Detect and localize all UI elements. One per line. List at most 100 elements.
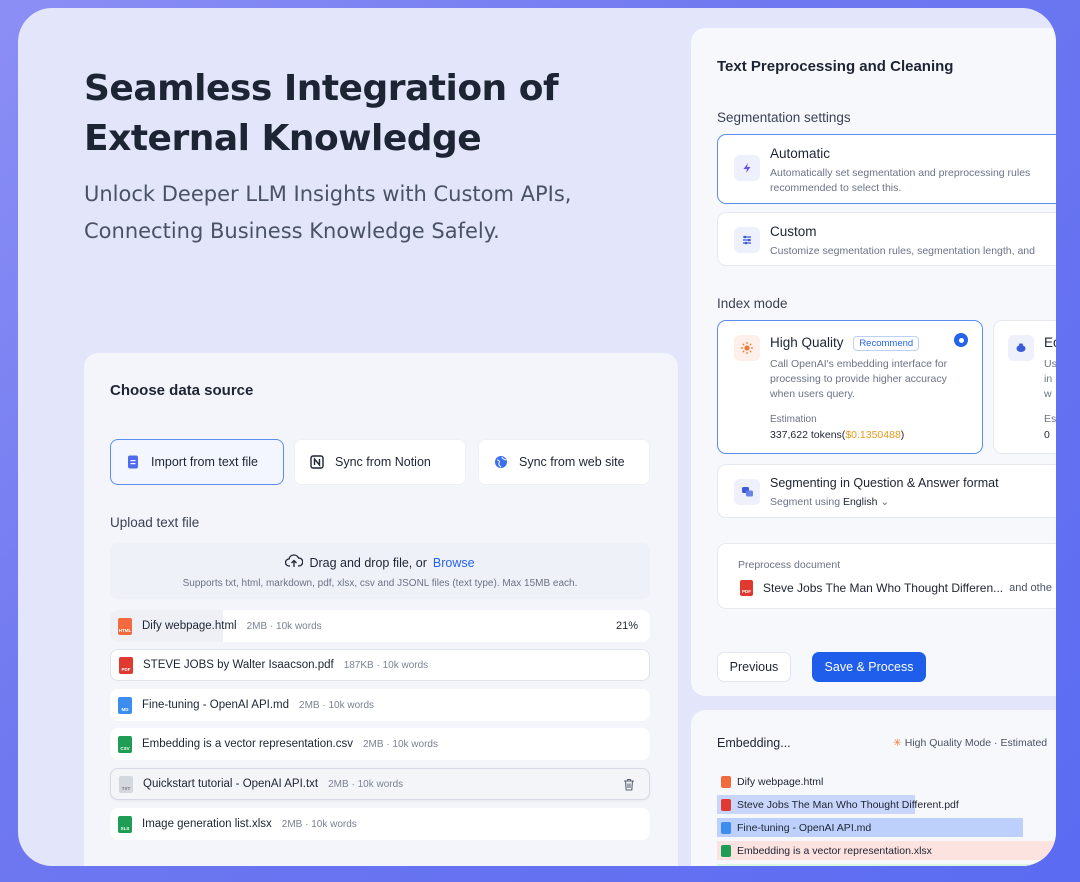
embedding-progress-bar <box>717 864 1056 866</box>
high-quality-desc-3: when users query. <box>770 388 856 400</box>
high-quality-desc-2: processing to provide higher accuracy <box>770 373 947 385</box>
browse-link[interactable]: Browse <box>433 556 475 570</box>
file-meta: 2MB · 10k words <box>362 738 438 750</box>
segmentation-custom-option[interactable]: Custom Customize segmentation rules, seg… <box>717 212 1056 266</box>
sun-icon: ✳ <box>893 737 902 749</box>
custom-desc: Customize segmentation rules, segmentati… <box>770 245 1035 257</box>
sync-website-button[interactable]: Sync from web site <box>478 439 650 485</box>
data-source-card: Choose data source Import from text file… <box>84 353 678 866</box>
embedding-card: Embedding... ✳ High Quality Mode · Estim… <box>691 710 1056 866</box>
qa-language-select[interactable]: English <box>843 496 877 508</box>
md-file-icon: MD <box>118 696 132 714</box>
segmentation-automatic-option[interactable]: Automatic Automatically set segmentation… <box>717 134 1056 204</box>
file-meta: 2MB · 10k words <box>281 818 357 830</box>
chat-icon <box>734 479 760 505</box>
custom-title: Custom <box>770 224 817 239</box>
embedding-mode-estimated: · Estimated <box>991 737 1048 749</box>
segmentation-label: Segmentation settings <box>717 110 851 125</box>
index-mode-label: Index mode <box>717 296 788 311</box>
file-row[interactable]: PDF STEVE JOBS by Walter Isaacson.pdf 18… <box>110 649 650 681</box>
preprocess-doc-more: and othe <box>1009 582 1052 594</box>
sync-notion-button[interactable]: Sync from Notion <box>294 439 466 485</box>
file-row-hovered[interactable]: TXT Quickstart tutorial - OpenAI API.txt… <box>110 768 650 800</box>
preprocess-document-box: Preprocess document PDF Steve Jobs The M… <box>717 543 1056 609</box>
csv-file-icon: CSV <box>118 735 132 753</box>
automatic-desc: Automatically set segmentation and prepr… <box>770 167 1031 179</box>
upload-percent: 21% <box>615 620 638 632</box>
file-icon <box>721 844 731 857</box>
file-meta: 2MB · 10k words <box>328 778 404 790</box>
file-row[interactable]: XLS Image generation list.xlsx 2MB · 10k… <box>110 808 650 840</box>
txt-file-icon: TXT <box>119 775 133 793</box>
globe-icon <box>493 454 509 470</box>
economical-estimation-label: Es <box>1044 413 1056 425</box>
estimation-value: 337,622 tokens($0.1350488) <box>770 429 905 441</box>
file-name: Image generation list.xlsx <box>142 818 272 830</box>
sync-notion-label: Sync from Notion <box>335 455 431 469</box>
embedding-mode-label: High Quality Mode <box>904 737 992 749</box>
qa-format-option[interactable]: Segmenting in Question & Answer format S… <box>717 464 1056 518</box>
sync-website-label: Sync from web site <box>519 455 625 469</box>
import-text-file-button[interactable]: Import from text file <box>110 439 284 485</box>
upload-label: Upload text file <box>110 515 200 530</box>
preprocess-doc-label: Preprocess document <box>738 559 841 571</box>
pdf-file-icon: PDF <box>740 580 753 596</box>
embedding-row: Quickstart tutorial - OpenAI API.txt <box>717 864 1056 866</box>
file-dropzone[interactable]: Drag and drop file, or Browse Supports t… <box>110 543 650 599</box>
piggy-bank-icon <box>1008 335 1034 361</box>
hero-title-part: Integration of <box>283 68 559 109</box>
hero-subtitle: Unlock Deeper LLM Insights with Custom A… <box>84 176 644 250</box>
index-economical-option[interactable]: Ec Us in w Es 0 <box>993 320 1056 454</box>
preprocess-title: Text Preprocessing and Cleaning <box>717 58 954 75</box>
embedding-row: Dify webpage.html <box>717 772 1056 791</box>
qa-title: Segmenting in Question & Answer format <box>770 476 999 490</box>
file-name: Fine-tuning - OpenAI API.md <box>142 699 290 711</box>
file-name: STEVE JOBS by Walter Isaacson.pdf <box>143 659 334 671</box>
previous-button[interactable]: Previous <box>717 652 791 682</box>
lightning-icon <box>734 155 760 181</box>
main-frame: Seamless Integration of External Knowled… <box>18 8 1056 866</box>
file-name: Embedding is a vector representation.csv <box>142 738 353 750</box>
save-process-button[interactable]: Save & Process <box>812 652 926 682</box>
chevron-down-icon: ⌄ <box>880 496 890 508</box>
document-icon <box>125 454 141 470</box>
file-meta: 2MB · 10k words <box>246 620 322 632</box>
hero-subtitle-line1: Unlock Deeper LLM Insights with Custom A… <box>84 182 572 206</box>
preprocess-card: Text Preprocessing and Cleaning Segmenta… <box>691 28 1056 696</box>
embedding-file-name: Fine-tuning - OpenAI API.md <box>737 821 872 834</box>
hero-title-line2: External Knowledge <box>84 118 482 159</box>
sun-icon <box>734 335 760 361</box>
embedding-row: Embedding is a vector representation.xls… <box>717 841 1056 860</box>
sliders-icon <box>734 227 760 253</box>
embedding-file-name: Dify webpage.html <box>737 775 824 788</box>
embedding-title: Embedding... <box>717 736 791 750</box>
html-file-icon: HTML <box>118 617 132 635</box>
import-text-file-label: Import from text file <box>151 455 258 469</box>
drop-text: Drag and drop file, or <box>309 555 427 570</box>
pdf-file-icon: PDF <box>119 656 133 674</box>
file-icon <box>721 775 731 788</box>
high-quality-title: High Quality <box>770 335 844 350</box>
index-high-quality-option[interactable]: High Quality Recommend Call OpenAI's emb… <box>717 320 983 454</box>
automatic-title: Automatic <box>770 146 831 161</box>
embedding-file-name: Embedding is a vector representation.xls… <box>737 844 932 857</box>
drop-hint: Supports txt, html, markdown, pdf, xlsx,… <box>182 578 578 589</box>
file-meta: 2MB · 10k words <box>299 699 375 711</box>
file-icon <box>721 798 731 811</box>
xlsx-file-icon: XLS <box>118 815 132 833</box>
delete-icon[interactable] <box>623 778 635 791</box>
file-row-uploading[interactable]: HTML Dify webpage.html 2MB · 10k words 2… <box>110 610 650 642</box>
economical-desc-3: w <box>1044 388 1052 400</box>
automatic-desc-2: recommended to select this. <box>770 182 902 194</box>
economical-desc-2: in <box>1044 373 1053 385</box>
hero-subtitle-line2: Connecting Business Knowledge Safely. <box>84 219 500 243</box>
high-quality-desc: Call OpenAI's embedding interface for <box>770 358 948 370</box>
radio-selected[interactable] <box>954 333 968 347</box>
embedding-mode: ✳ High Quality Mode · Estimated <box>893 737 1047 749</box>
notion-icon <box>309 454 325 470</box>
file-row[interactable]: CSV Embedding is a vector representation… <box>110 728 650 760</box>
hero-title-highlight: Seamless <box>84 64 272 114</box>
economical-desc: Us <box>1044 358 1056 370</box>
file-icon <box>721 821 731 834</box>
file-row[interactable]: MD Fine-tuning - OpenAI API.md 2MB · 10k… <box>110 689 650 721</box>
